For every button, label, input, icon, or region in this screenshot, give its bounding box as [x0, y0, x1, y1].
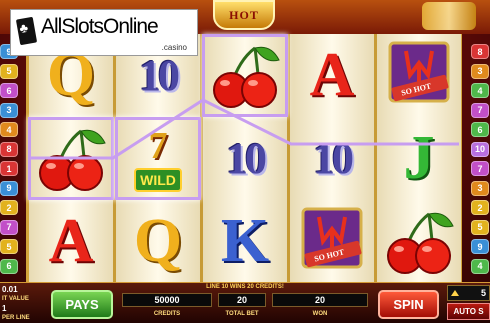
symbol-j: J: [377, 117, 461, 199]
logo-text: AllSlotsOnline: [41, 15, 159, 38]
autospin-stepper[interactable]: 5: [447, 285, 490, 301]
so-hot-trident-icon: [388, 41, 450, 103]
payline-indicator-right[interactable]: 3: [471, 63, 489, 79]
header-ornament: [422, 2, 476, 30]
increase-arrow-icon[interactable]: [451, 290, 459, 296]
payline-indicator-left[interactable]: 8: [0, 141, 18, 157]
symbol-label: A: [48, 206, 94, 275]
symbol-cherries: [377, 200, 461, 282]
symbol-label: 10: [226, 133, 267, 183]
total-bet-label: TOTAL BET: [225, 311, 259, 317]
cherries-icon: [387, 212, 454, 274]
symbol-label: 10: [139, 50, 180, 100]
payline-indicators-left: 956348192756: [0, 44, 19, 284]
bet-per-line-label: PER LINE: [2, 315, 30, 321]
payline-indicator-left[interactable]: 6: [0, 83, 18, 98]
payline-indicator-right[interactable]: 5: [471, 219, 489, 235]
payline-indicators-right: 8 3 4 7 6 10 7 3 2 5 9 4: [471, 44, 490, 284]
reel-area: Q A 10 7 WILD Q 10 K A 10 SO HOT SO HOT J: [26, 34, 462, 282]
reel-5: SO HOT J: [377, 34, 461, 282]
payline-indicator-left[interactable]: 4: [0, 122, 18, 137]
total-bet-display: 20: [218, 293, 266, 307]
credits-display: 50000: [122, 293, 212, 307]
payline-indicator-left[interactable]: 6: [0, 258, 18, 274]
so-hot-trident-icon: [301, 207, 363, 269]
symbol-ten: 10: [290, 117, 374, 199]
slot-game-screen: HOT AllSlotsOnline .casino 956348192756 …: [0, 0, 490, 323]
symbol-label: K: [220, 206, 270, 275]
payline-indicator-right[interactable]: 8: [471, 44, 489, 59]
symbol-a: A: [290, 34, 374, 116]
payline-indicator-right[interactable]: 4: [471, 258, 489, 274]
logo-subtext: .casino: [161, 43, 187, 52]
credits-label: CREDITS: [153, 311, 181, 317]
autospin-count: 5: [480, 288, 486, 298]
symbol-so-hot: SO HOT: [290, 200, 374, 282]
reel-4: A 10 SO HOT: [290, 34, 374, 282]
payline-indicator-left[interactable]: 2: [0, 200, 18, 215]
payline-indicator-left[interactable]: 3: [0, 102, 18, 118]
site-logo-watermark: AllSlotsOnline .casino: [10, 9, 198, 56]
payline-indicator-right[interactable]: 7: [471, 161, 489, 176]
winning-symbol-highlight: [202, 34, 288, 117]
payline-indicator-right[interactable]: 9: [471, 239, 489, 254]
symbol-q: Q: [116, 200, 200, 282]
coin-value: 0.01: [2, 285, 18, 294]
symbol-label: Q: [133, 206, 183, 275]
game-title-badge: HOT: [213, 0, 275, 30]
payline-indicator-right[interactable]: 7: [471, 102, 489, 118]
symbol-so-hot: SO HOT: [377, 34, 461, 116]
autospin-button[interactable]: AUTO S: [447, 303, 490, 320]
symbol-k: K: [203, 200, 287, 282]
payline-indicator-right[interactable]: 3: [471, 180, 489, 196]
symbol-a: A: [29, 200, 113, 282]
won-label: WON: [312, 311, 328, 317]
symbol-label: J: [403, 123, 435, 192]
payline-indicator-left[interactable]: 5: [0, 239, 18, 254]
pays-button[interactable]: PAYS: [51, 290, 113, 319]
payline-indicator-left[interactable]: 5: [0, 63, 18, 79]
bet-per-line-value: 1: [2, 304, 7, 313]
game-title: HOT: [229, 7, 259, 22]
club-card-icon: [15, 16, 38, 46]
winning-symbol-highlight: [115, 117, 201, 200]
won-display: 20: [272, 293, 368, 307]
symbol-ten: 10: [203, 117, 287, 199]
payline-indicator-left[interactable]: 1: [0, 161, 18, 176]
payline-indicator-right[interactable]: 10: [471, 141, 489, 157]
spin-button[interactable]: SPIN: [378, 290, 439, 319]
winning-symbol-highlight: [28, 117, 114, 200]
payline-indicator-right[interactable]: 2: [471, 200, 489, 215]
payline-indicator-left[interactable]: 9: [0, 180, 18, 196]
payline-indicator-right[interactable]: 4: [471, 83, 489, 98]
coin-value-label: IT VALUE: [2, 296, 29, 302]
payline-indicator-right[interactable]: 6: [471, 122, 489, 137]
symbol-label: A: [309, 40, 355, 109]
symbol-label: 10: [313, 133, 354, 183]
payline-indicator-left[interactable]: 7: [0, 219, 18, 235]
